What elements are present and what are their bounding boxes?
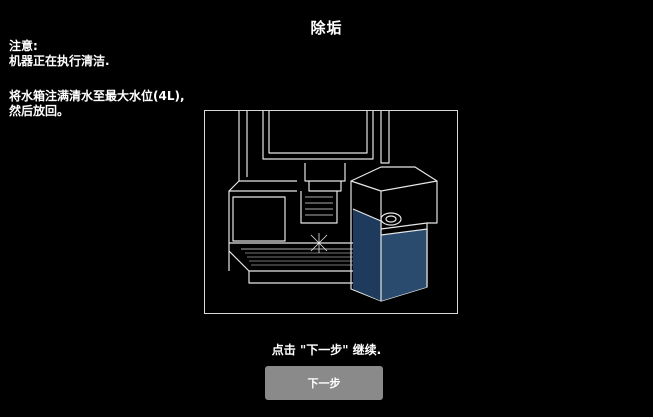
coffee-machine-water-tank-icon <box>228 111 438 302</box>
notice-heading: 注意: <box>9 39 38 53</box>
notice-text: 机器正在执行清洁. <box>9 54 110 68</box>
descaling-screen: 除垢 注意: 机器正在执行清洁. 将水箱注满清水至最大水位(4L), 然后放回。 <box>0 0 653 417</box>
instruction-line-1: 将水箱注满清水至最大水位(4L), <box>9 89 185 103</box>
continue-hint: 点击 "下一步" 继续. <box>271 343 382 357</box>
instruction-block: 将水箱注满清水至最大水位(4L), 然后放回。 <box>9 89 185 119</box>
instruction-line-2: 然后放回。 <box>9 104 70 118</box>
water-tank-illustration <box>204 110 458 314</box>
page-title: 除垢 <box>310 19 343 37</box>
notice-block: 注意: 机器正在执行清洁. <box>9 39 110 69</box>
next-button-label: 下一步 <box>307 377 341 390</box>
next-button[interactable]: 下一步 <box>265 366 383 400</box>
